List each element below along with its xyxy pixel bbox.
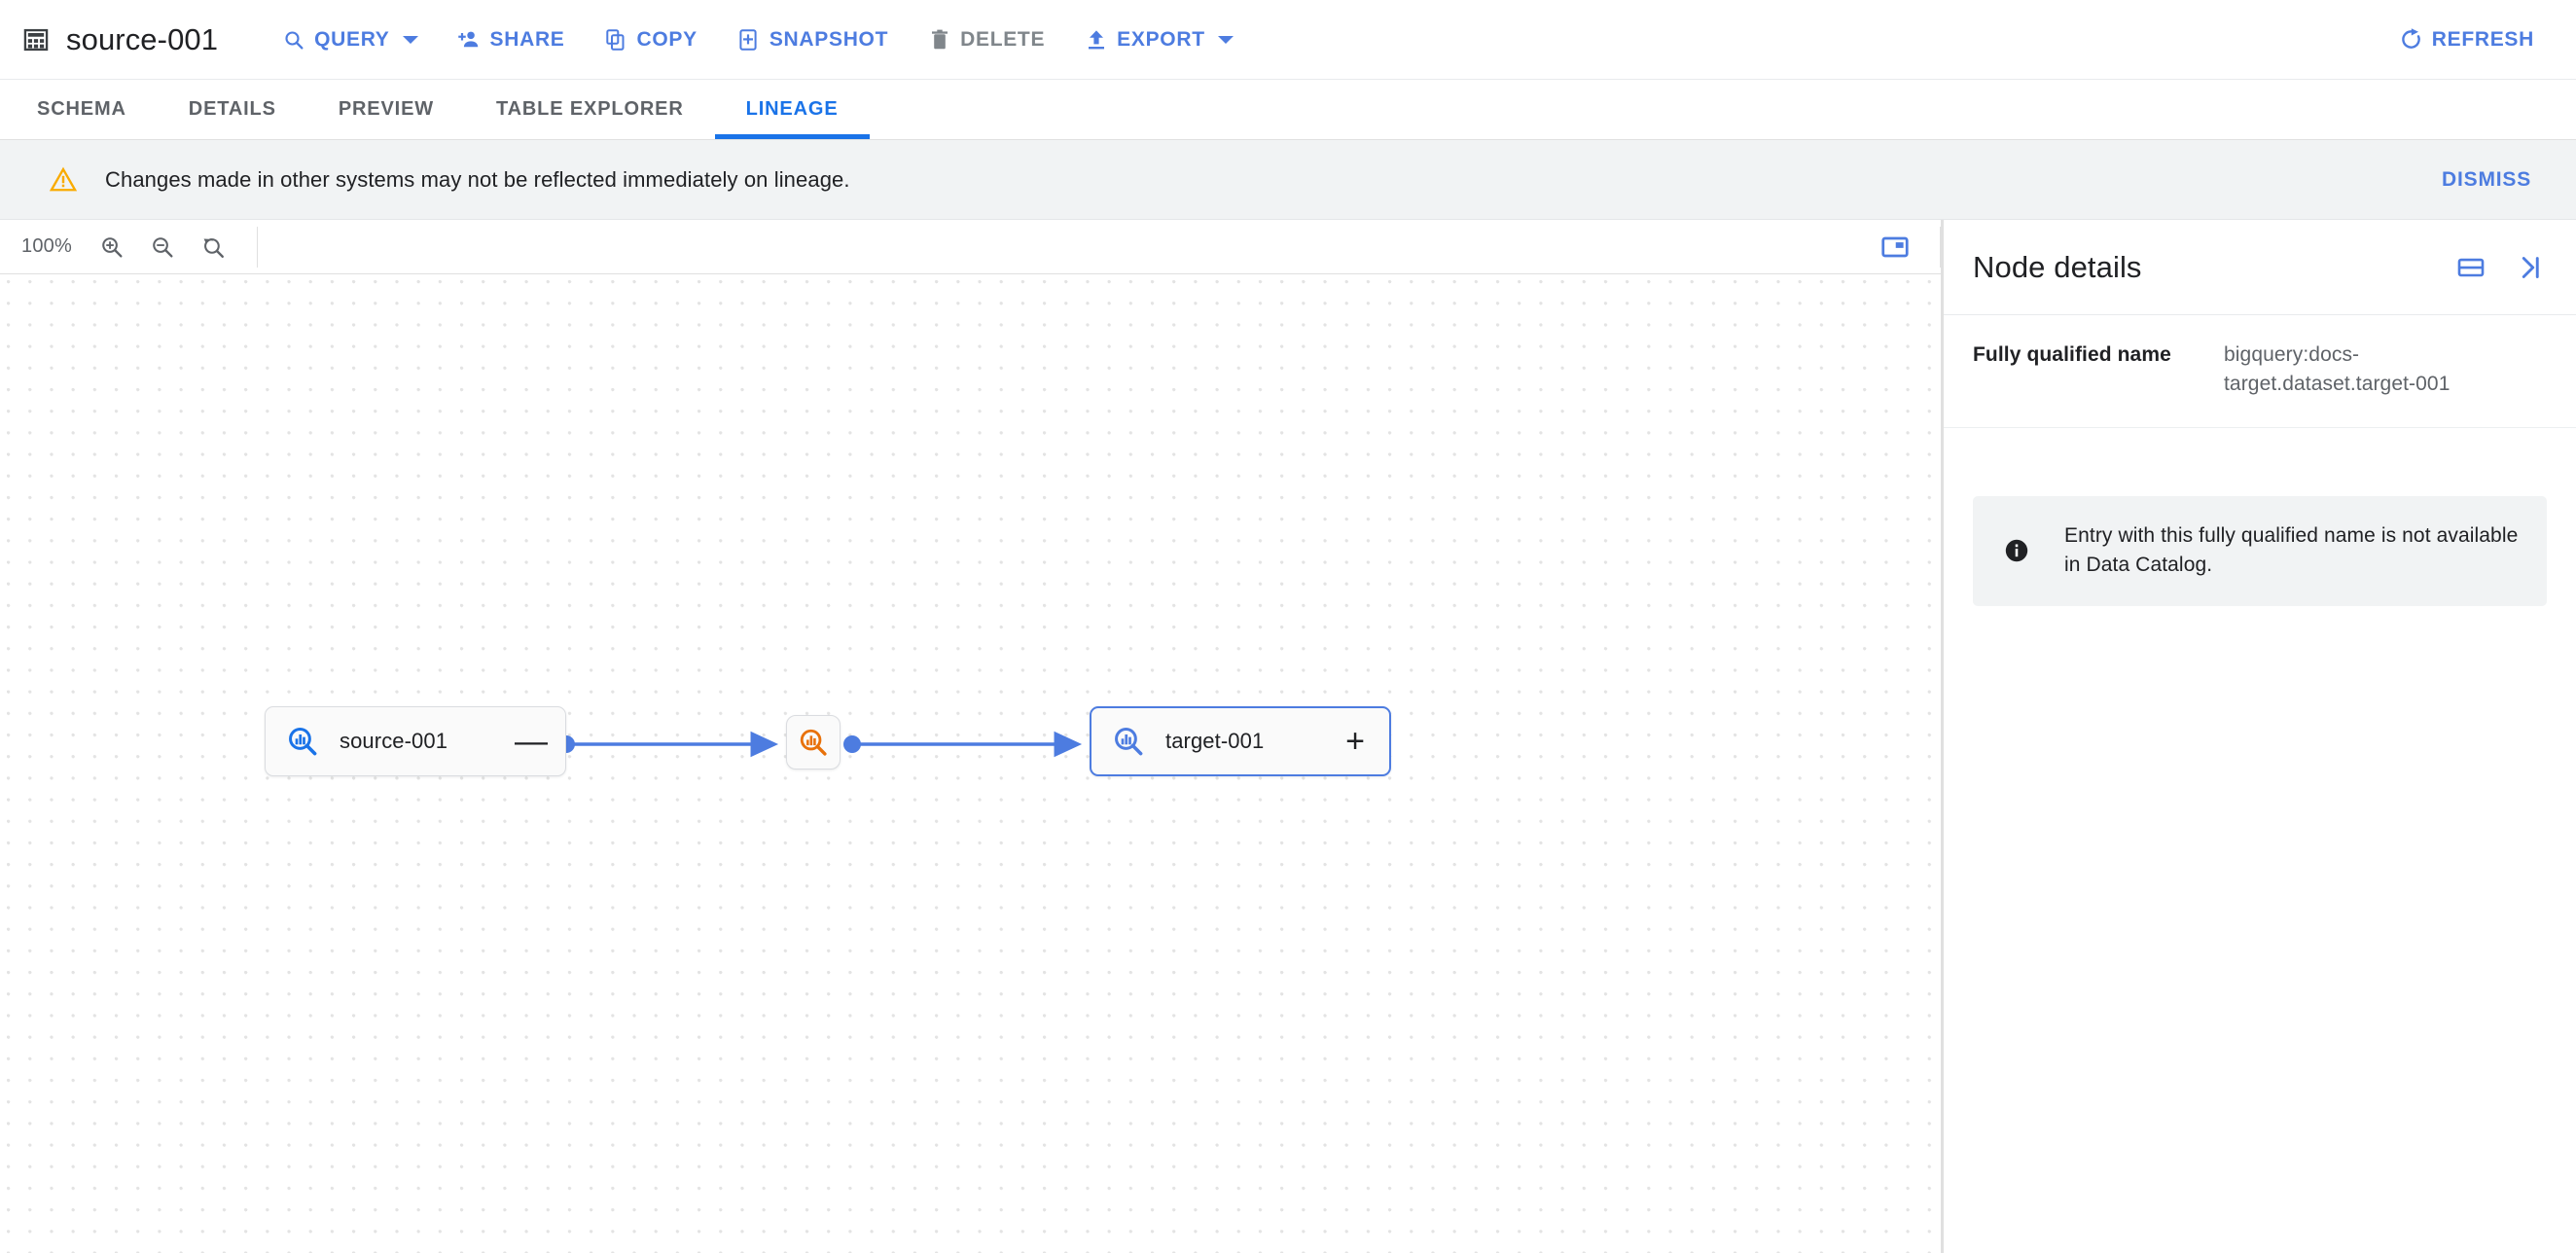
- delete-button[interactable]: DELETE: [911, 14, 1061, 66]
- lineage-canvas[interactable]: source-001 — target-001 +: [0, 274, 1941, 1253]
- lineage-canvas-area: 100% source-001 — target-001 +: [0, 220, 1941, 1253]
- query-button-label: QUERY: [314, 27, 390, 51]
- node-details-panel: Node details Fully qualified name bigque…: [1944, 220, 2576, 1253]
- delete-button-label: DELETE: [960, 27, 1046, 51]
- snapshot-button[interactable]: SNAPSHOT: [720, 14, 905, 66]
- dismiss-button[interactable]: DISMISS: [2426, 157, 2547, 203]
- toolbar-actions: QUERY SHARE COPY SNAPSHOT DELETE EXPORT: [265, 14, 1256, 66]
- info-circle-icon: [2002, 536, 2031, 565]
- tab-schema-label: SCHEMA: [37, 98, 126, 120]
- node-detail-row: Fully qualified name bigquery:docs-targe…: [1944, 315, 2576, 428]
- tab-table-explorer[interactable]: TABLE EXPLORER: [465, 80, 715, 139]
- copy-button[interactable]: COPY: [588, 14, 714, 66]
- collapse-node-button[interactable]: —: [509, 719, 554, 764]
- export-button[interactable]: EXPORT: [1067, 14, 1250, 66]
- table-grid-icon: [21, 25, 51, 54]
- node-details-info-box: Entry with this fully qualified name is …: [1973, 495, 2547, 606]
- collapse-right-icon[interactable]: [2504, 242, 2555, 293]
- node-details-header: Node details: [1944, 220, 2576, 315]
- picture-in-picture-icon[interactable]: [1872, 224, 1918, 270]
- chevron-down-icon: [1217, 35, 1234, 44]
- query-button[interactable]: QUERY: [265, 14, 434, 66]
- process-search-icon: [795, 724, 832, 761]
- tab-lineage[interactable]: LINEAGE: [714, 80, 870, 139]
- zoom-out-icon[interactable]: [140, 225, 185, 269]
- lineage-node-target-001[interactable]: target-001 +: [1090, 706, 1391, 776]
- zoom-level-label: 100%: [21, 235, 72, 257]
- expand-node-button[interactable]: +: [1333, 719, 1377, 764]
- zoom-reset-icon[interactable]: [191, 225, 235, 269]
- person-add-icon: [457, 27, 482, 52]
- node-details-title: Node details: [1973, 249, 2142, 284]
- zoom-in-icon[interactable]: [89, 225, 134, 269]
- node-detail-value: bigquery:docs-target.dataset.target-001: [2224, 343, 2451, 396]
- refresh-button[interactable]: REFRESH: [2382, 14, 2551, 66]
- split-pane-icon[interactable]: [2446, 242, 2496, 293]
- lineage-body: 100% source-001 — target-001 + Node deta…: [0, 220, 2576, 1253]
- tab-lineage-label: LINEAGE: [745, 98, 839, 120]
- chevron-down-icon: [402, 35, 418, 44]
- share-button-label: SHARE: [489, 27, 565, 51]
- tab-details[interactable]: DETAILS: [158, 80, 307, 139]
- tab-details-label: DETAILS: [188, 98, 276, 120]
- tab-schema[interactable]: SCHEMA: [6, 80, 158, 139]
- search-icon: [281, 27, 305, 52]
- canvas-toolbar: 100%: [0, 220, 1941, 274]
- export-button-label: EXPORT: [1117, 27, 1205, 51]
- panel-resizer[interactable]: [1941, 220, 1944, 1253]
- export-upload-icon: [1084, 27, 1108, 52]
- lineage-node-process[interactable]: [786, 715, 841, 770]
- bigquery-lineage-page: source-001 QUERY SHARE COPY SNAPSHOT DEL…: [0, 0, 2576, 1253]
- page-title: source-001: [66, 21, 219, 56]
- tab-table-explorer-label: TABLE EXPLORER: [496, 98, 684, 120]
- tab-preview[interactable]: PREVIEW: [307, 80, 465, 139]
- tab-preview-label: PREVIEW: [338, 98, 434, 120]
- refresh-icon: [2399, 27, 2423, 52]
- data-catalog-search-icon: [284, 723, 321, 760]
- snapshot-button-label: SNAPSHOT: [769, 27, 889, 51]
- banner-message: Changes made in other systems may not be…: [105, 166, 850, 192]
- data-catalog-search-icon: [1110, 723, 1147, 760]
- trash-icon: [927, 27, 951, 52]
- copy-button-label: COPY: [636, 27, 698, 51]
- node-detail-key: Fully qualified name: [1973, 343, 2171, 366]
- node-details-info-text: Entry with this fully qualified name is …: [2064, 523, 2519, 577]
- lineage-node-label: source-001: [340, 729, 448, 753]
- top-toolbar: source-001 QUERY SHARE COPY SNAPSHOT DEL…: [0, 0, 2576, 80]
- refresh-button-label: REFRESH: [2431, 27, 2534, 51]
- tab-bar: SCHEMA DETAILS PREVIEW TABLE EXPLORER LI…: [0, 80, 2576, 140]
- snapshot-icon: [736, 27, 761, 52]
- lineage-warning-banner: Changes made in other systems may not be…: [0, 140, 2576, 220]
- lineage-node-label: target-001: [1165, 729, 1265, 753]
- share-button[interactable]: SHARE: [441, 14, 582, 66]
- copy-icon: [604, 27, 628, 52]
- warning-triangle-icon: [49, 165, 78, 195]
- toolbar-divider: [257, 226, 258, 268]
- toolbar-divider-right: [1940, 226, 1941, 268]
- lineage-node-source-001[interactable]: source-001 —: [265, 706, 566, 776]
